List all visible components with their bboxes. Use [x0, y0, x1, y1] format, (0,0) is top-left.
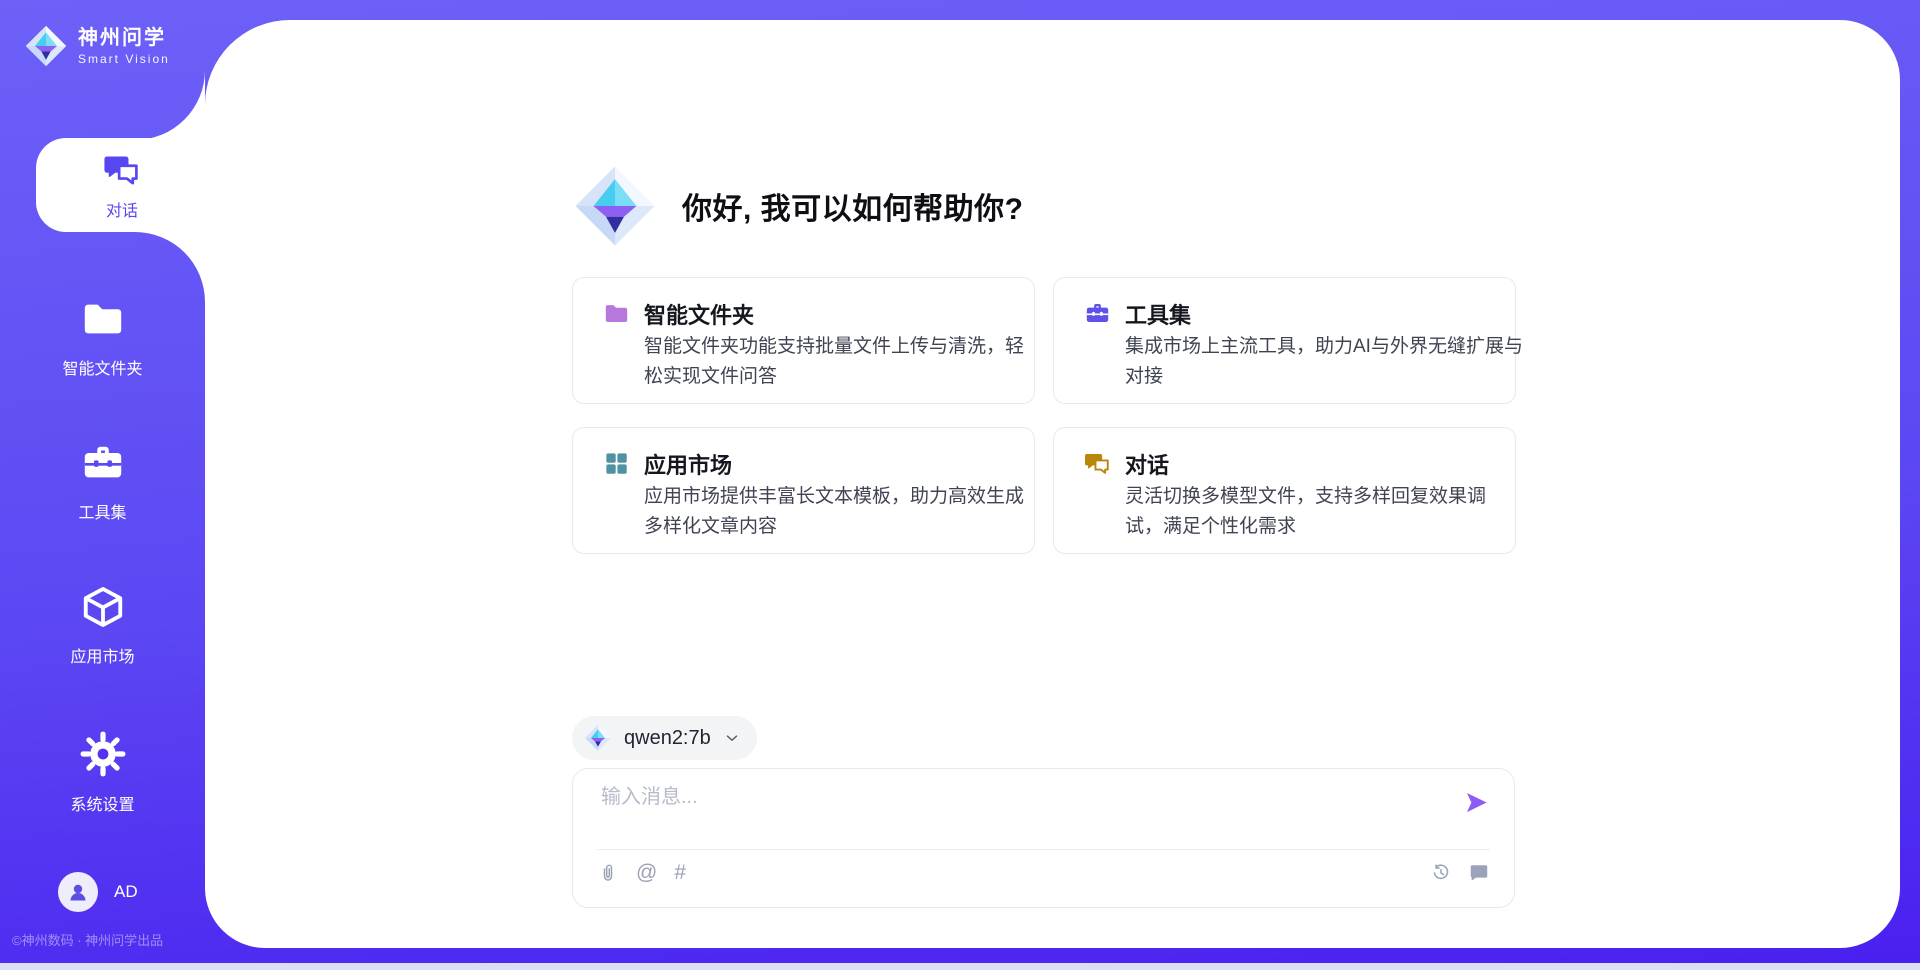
- card-description: 灵活切换多模型文件，支持多样回复效果调试，满足个性化需求: [1125, 482, 1523, 542]
- gear-icon: [79, 730, 127, 778]
- diamond-logo-icon: [584, 724, 612, 752]
- cube-icon: [80, 584, 126, 630]
- chevron-down-icon: [723, 729, 741, 747]
- folder-icon: [80, 296, 126, 342]
- card-title: 工具集: [1125, 298, 1191, 330]
- card-title: 对话: [1125, 448, 1169, 480]
- bottom-strip: [0, 963, 1920, 970]
- sidebar-item-chat[interactable]: 对话: [36, 138, 208, 232]
- greeting: 你好, 我可以如何帮助你?: [572, 163, 1024, 249]
- greeting-title: 你好, 我可以如何帮助你?: [682, 184, 1024, 228]
- sidebar-body: 智能文件夹 工具集 应用市场 系统设置 AD ©神州数码 · 神州问学出品: [0, 232, 205, 970]
- sidebar-item-settings[interactable]: 系统设置: [0, 730, 205, 815]
- main-content-panel: 你好, 我可以如何帮助你? 智能文件夹 智能文件夹功能支持批量文件上传与清洗，轻…: [205, 20, 1900, 948]
- at-icon[interactable]: @: [636, 862, 657, 884]
- hash-icon[interactable]: #: [674, 862, 686, 884]
- brand-name: 神州问学: [78, 28, 170, 48]
- brand-subtitle: Smart Vision: [78, 53, 170, 65]
- card-description: 应用市场提供丰富长文本模板，助力高效生成多样化文章内容: [644, 482, 1042, 542]
- card-description: 集成市场上主流工具，助力AI与外界无缝扩展与对接: [1125, 332, 1523, 392]
- briefcase-icon: [1084, 300, 1111, 327]
- feature-cards: 智能文件夹 智能文件夹功能支持批量文件上传与清洗，轻松实现文件问答 工具集 集成…: [572, 277, 1516, 554]
- sidebar-item-label: 对话: [36, 197, 208, 221]
- card-chat[interactable]: 对话 灵活切换多模型文件，支持多样回复效果调试，满足个性化需求: [1053, 427, 1516, 554]
- message-input[interactable]: [599, 785, 1383, 810]
- sidebar-footer: ©神州数码 · 神州问学出品: [12, 930, 202, 949]
- chat-bubbles-icon: [1084, 450, 1111, 477]
- sidebar-item-label: 系统设置: [0, 791, 205, 815]
- history-icon[interactable]: [1430, 862, 1452, 884]
- chat-bubbles-icon: [103, 151, 141, 189]
- card-title: 智能文件夹: [644, 298, 754, 330]
- grid-icon: [603, 450, 630, 477]
- avatar[interactable]: [58, 872, 98, 912]
- card-smart-folder[interactable]: 智能文件夹 智能文件夹功能支持批量文件上传与清洗，轻松实现文件问答: [572, 277, 1035, 404]
- sidebar-item-label: 应用市场: [0, 643, 205, 667]
- brand-diamond-icon: [24, 24, 68, 68]
- composer-divider: [597, 849, 1490, 850]
- sidebar-item-app-market[interactable]: 应用市场: [0, 584, 205, 667]
- message-composer: @ #: [572, 768, 1515, 908]
- sidebar-header: 神州问学 Smart Vision: [0, 0, 205, 140]
- card-toolset[interactable]: 工具集 集成市场上主流工具，助力AI与外界无缝扩展与对接: [1053, 277, 1516, 404]
- paperclip-icon[interactable]: [597, 862, 619, 884]
- app-logo-diamond-icon: [572, 163, 658, 249]
- toolbox-icon: [80, 440, 126, 486]
- card-description: 智能文件夹功能支持批量文件上传与清洗，轻松实现文件问答: [644, 332, 1042, 392]
- user-initials: AD: [114, 882, 138, 902]
- sidebar-item-label: 工具集: [0, 499, 205, 523]
- send-icon[interactable]: [1463, 789, 1490, 816]
- model-name: qwen2:7b: [624, 727, 711, 750]
- sidebar-item-smart-folder[interactable]: 智能文件夹: [0, 296, 205, 379]
- folder-icon: [603, 300, 630, 327]
- model-selector[interactable]: qwen2:7b: [572, 716, 757, 760]
- card-title: 应用市场: [644, 448, 732, 480]
- card-app-market[interactable]: 应用市场 应用市场提供丰富长文本模板，助力高效生成多样化文章内容: [572, 427, 1035, 554]
- sidebar-item-label: 智能文件夹: [0, 355, 205, 379]
- sidebar-item-toolset[interactable]: 工具集: [0, 440, 205, 523]
- person-icon: [66, 880, 90, 904]
- comment-icon[interactable]: [1468, 862, 1490, 884]
